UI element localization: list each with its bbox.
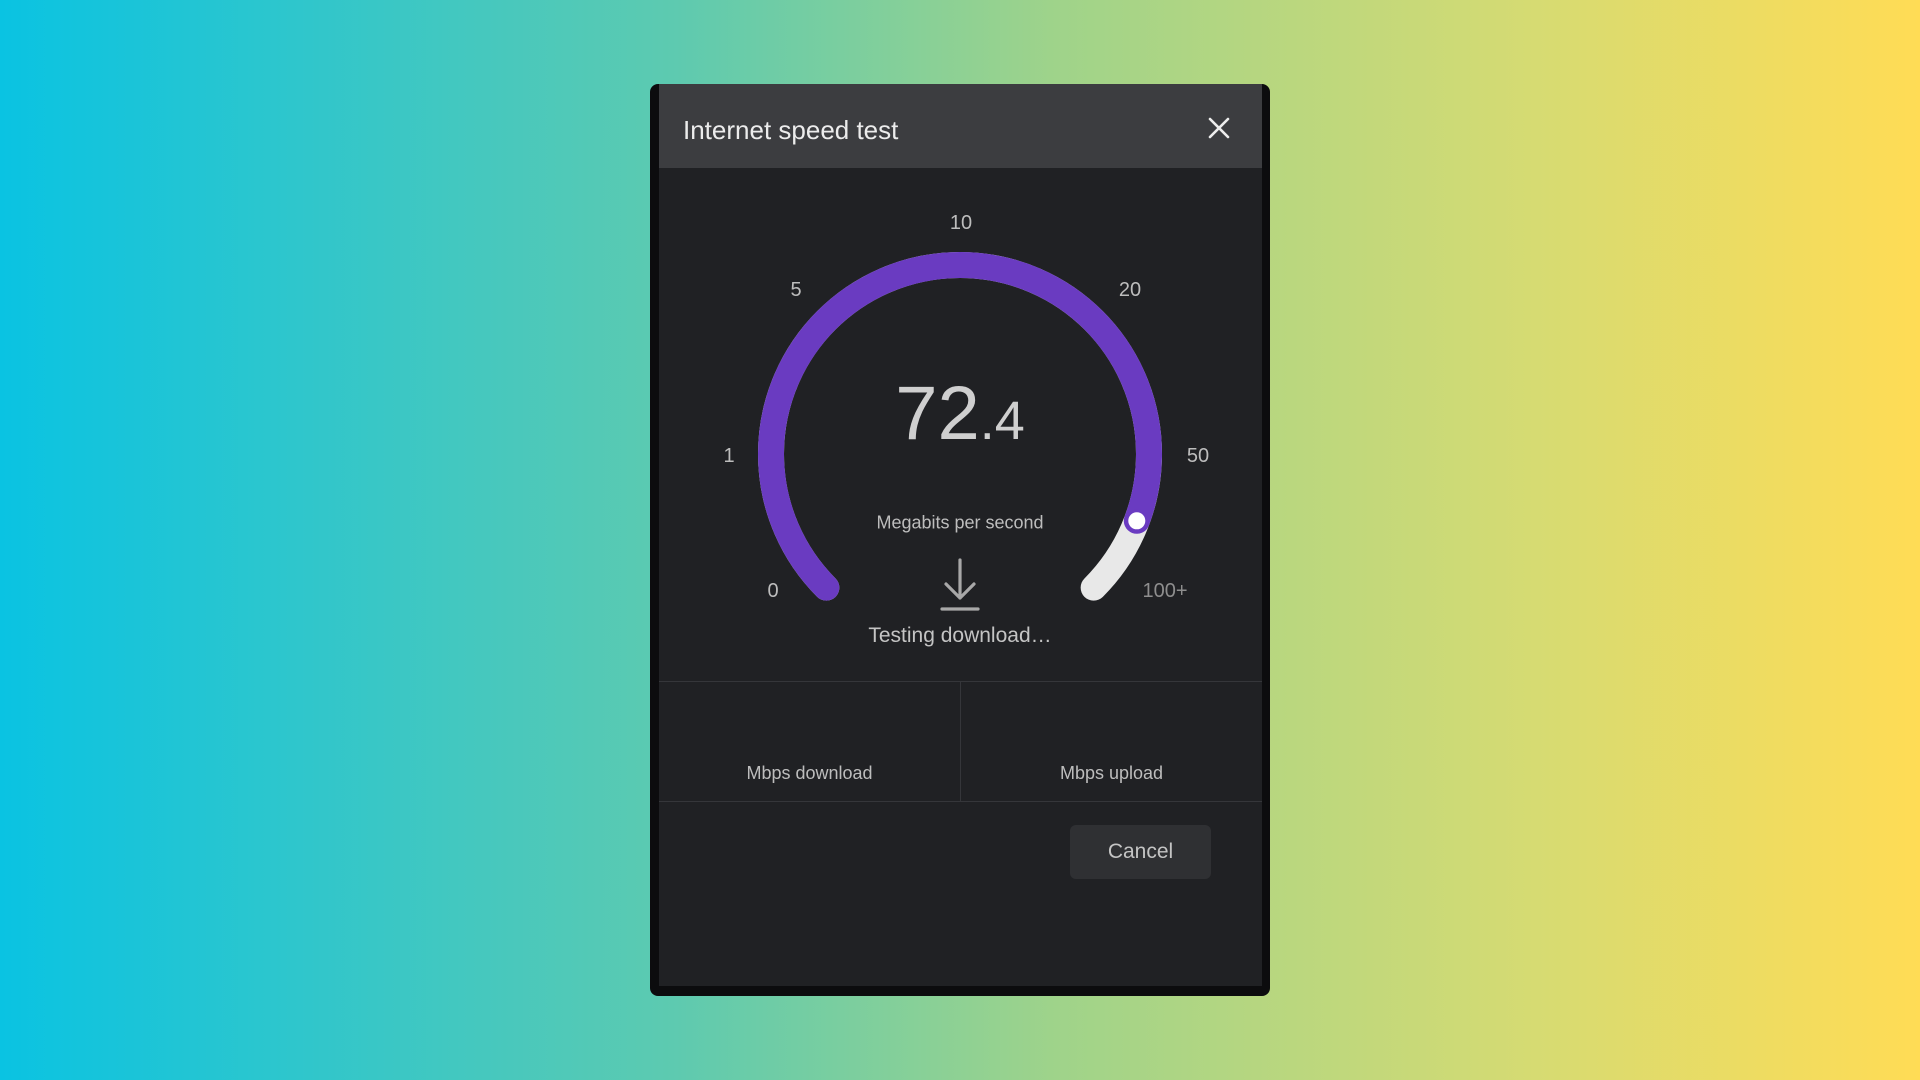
speed-test-dialog: Internet speed test 0 1 5 10 20 50 100+ … — [659, 84, 1262, 986]
tick-5: 5 — [790, 279, 802, 301]
tick-0: 0 — [767, 580, 779, 602]
speed-decimal: .4 — [979, 391, 1025, 451]
speed-value: 72.4 — [895, 376, 1025, 452]
tick-10: 10 — [949, 212, 973, 234]
status-text: Testing download… — [868, 624, 1052, 647]
speed-unit: Megabits per second — [876, 512, 1044, 533]
tick-100-plus: 100+ — [1142, 580, 1188, 602]
results-panel: Mbps download Mbps upload — [659, 681, 1262, 802]
tick-50: 50 — [1186, 445, 1210, 467]
tick-20: 20 — [1118, 279, 1142, 301]
upload-result: Mbps upload — [961, 682, 1262, 801]
speed-integer: 72 — [895, 371, 980, 456]
tick-1: 1 — [723, 445, 735, 467]
upload-label: Mbps upload — [1059, 763, 1164, 783]
download-result: Mbps download — [659, 682, 961, 801]
download-label: Mbps download — [746, 763, 873, 783]
gauge-knob — [1125, 509, 1149, 533]
download-icon — [940, 558, 980, 611]
cancel-button[interactable]: Cancel — [1070, 825, 1211, 879]
